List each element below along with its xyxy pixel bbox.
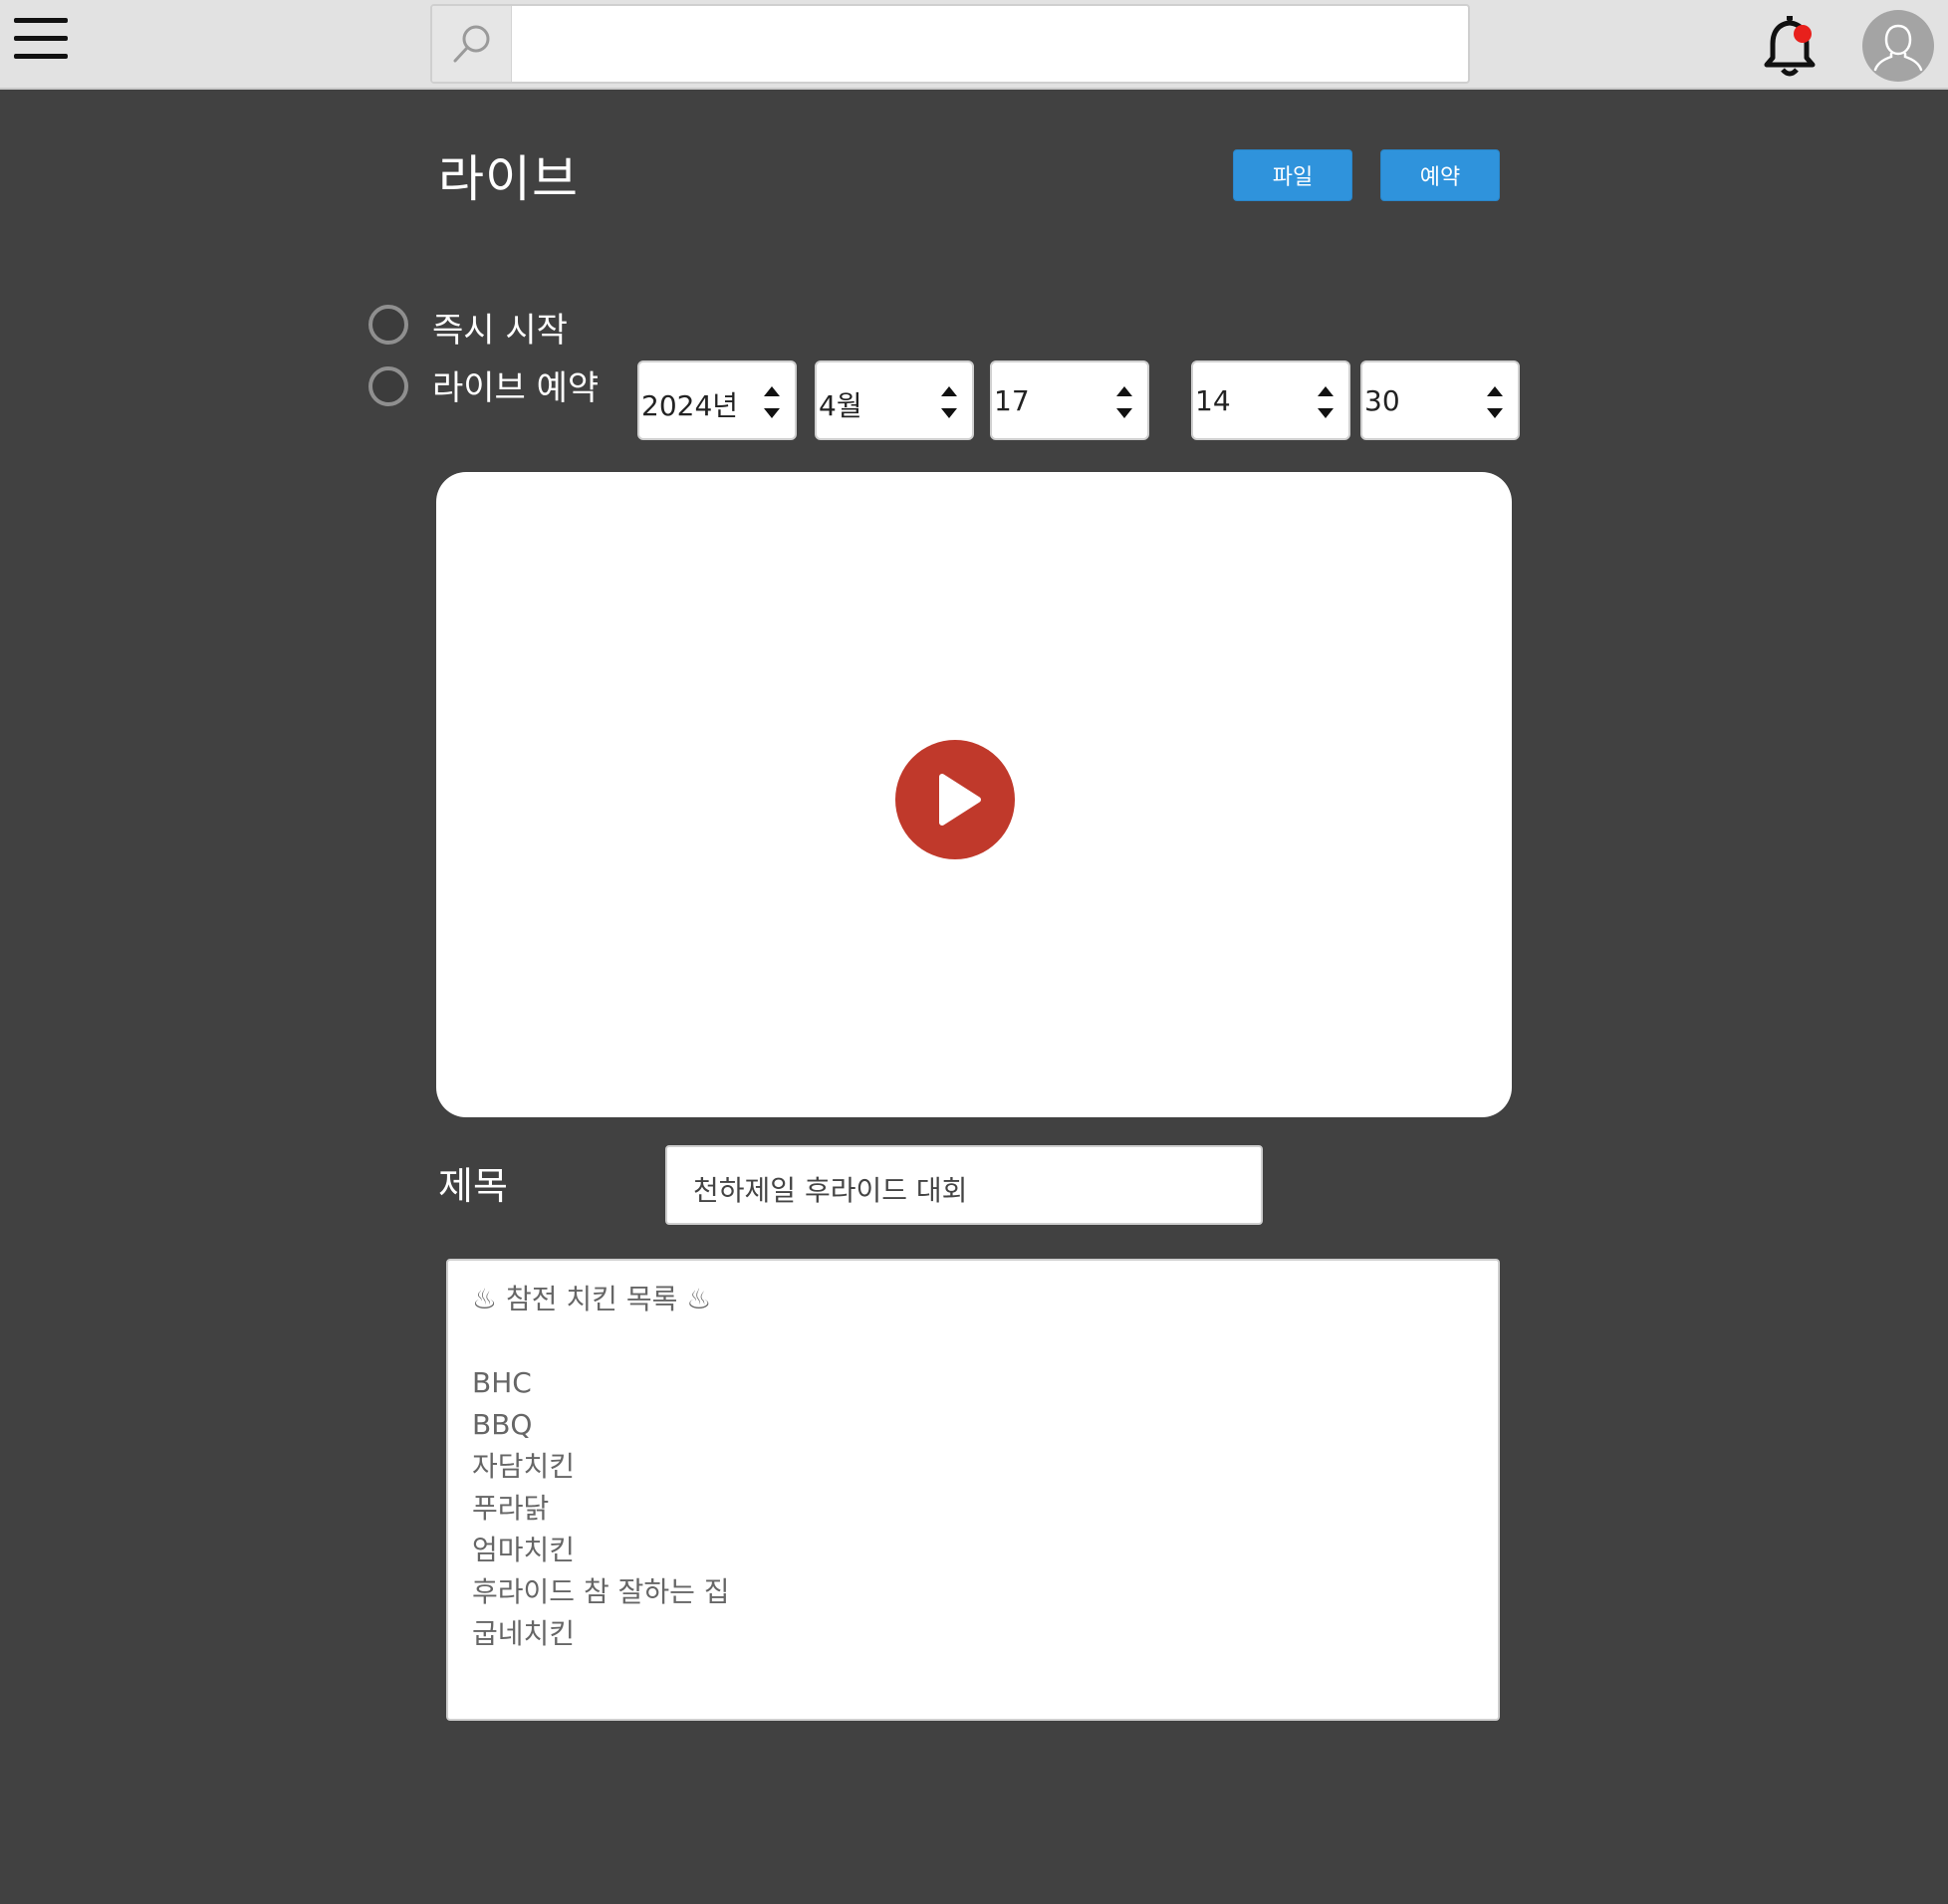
radio-live-reserve-label: 라이브 예약 — [432, 368, 600, 408]
search-input[interactable] — [514, 6, 1468, 82]
description-line: BBQ — [472, 1408, 533, 1441]
description-line: 엄마치킨 — [472, 1534, 576, 1566]
hour-stepper[interactable]: 14 — [1191, 360, 1350, 440]
description-line — [472, 1320, 1474, 1362]
year-value: 2024년 — [641, 389, 739, 422]
play-icon[interactable] — [894, 739, 1016, 860]
minute-stepper[interactable]: 30 — [1360, 360, 1520, 440]
page-title: 라이브 — [438, 150, 579, 208]
description-line: 푸라닭 — [472, 1492, 550, 1525]
year-stepper[interactable]: 2024년 — [637, 360, 797, 440]
description-line: ♨ 참전 치킨 목록 ♨ — [472, 1283, 712, 1315]
description-textarea[interactable]: ♨ 참전 치킨 목록 ♨ BHC BBQ 자담치킨 푸라닭 엄마치킨 후라이드 … — [446, 1259, 1500, 1721]
bell-icon[interactable] — [1761, 14, 1819, 80]
hamburger-menu-icon[interactable] — [14, 18, 70, 62]
file-button[interactable]: 파일 — [1233, 149, 1352, 201]
month-stepper[interactable]: 4월 — [815, 360, 974, 440]
stepper-arrows-icon[interactable] — [763, 382, 781, 422]
radio-live-reserve[interactable] — [368, 366, 408, 406]
description-line: BHC — [472, 1366, 532, 1399]
month-value: 4월 — [819, 389, 862, 422]
video-preview[interactable] — [436, 472, 1512, 1117]
minute-value: 30 — [1364, 384, 1400, 417]
search-bar — [430, 4, 1470, 84]
radio-start-now-label: 즉시 시작 — [432, 311, 568, 351]
stepper-arrows-icon[interactable] — [1486, 382, 1504, 422]
radio-start-now[interactable] — [368, 305, 408, 345]
title-field[interactable]: 천하제일 후라이드 대회 — [665, 1145, 1263, 1225]
stepper-arrows-icon[interactable] — [940, 382, 958, 422]
search-icon[interactable] — [432, 6, 512, 82]
description-line: 후라이드 참 잘하는 집 — [472, 1575, 730, 1608]
description-line: 굽네치킨 — [472, 1617, 576, 1650]
stepper-arrows-icon[interactable] — [1317, 382, 1335, 422]
top-bar — [0, 0, 1948, 90]
hour-value: 14 — [1195, 384, 1231, 417]
user-avatar-icon[interactable] — [1862, 10, 1934, 82]
stepper-arrows-icon[interactable] — [1115, 382, 1133, 422]
reserve-button[interactable]: 예약 — [1380, 149, 1500, 201]
day-stepper[interactable]: 17 — [990, 360, 1149, 440]
description-line: 자담치킨 — [472, 1450, 576, 1483]
notification-dot — [1794, 25, 1812, 43]
title-label: 제목 — [438, 1164, 508, 1208]
day-value: 17 — [994, 384, 1030, 417]
